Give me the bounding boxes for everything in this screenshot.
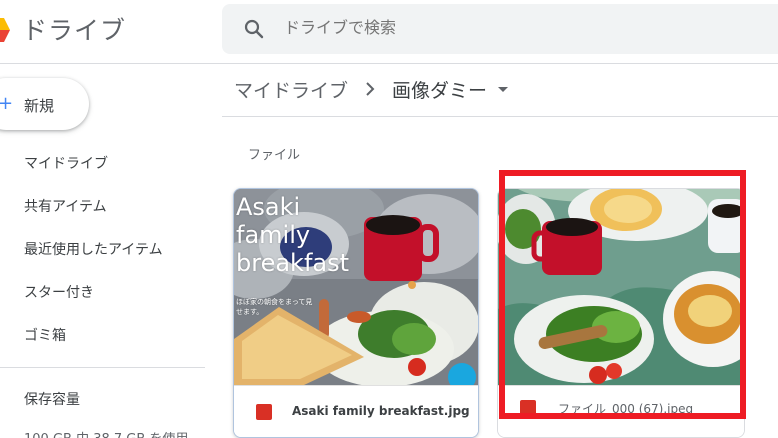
header-divider bbox=[0, 63, 778, 64]
sidebar-divider bbox=[0, 367, 205, 368]
search-bar[interactable] bbox=[222, 4, 778, 54]
file-thumbnail bbox=[498, 189, 744, 385]
chevron-right-icon bbox=[366, 82, 375, 96]
new-button[interactable]: + 新規 bbox=[0, 78, 89, 130]
breadcrumb-root[interactable]: マイドライブ bbox=[234, 76, 348, 103]
sidebar-item-label: スター付き bbox=[24, 285, 94, 301]
drive-logo-icon[interactable] bbox=[0, 14, 10, 44]
file-name: ファイル_000 (67).jpeg bbox=[558, 402, 694, 416]
new-button-label: 新規 bbox=[24, 97, 55, 115]
sidebar-item-my-drive[interactable]: マイドライブ bbox=[0, 147, 200, 179]
image-file-icon bbox=[256, 404, 272, 420]
sidebar-item-label: ゴミ箱 bbox=[24, 328, 66, 344]
breadcrumb-current-folder[interactable]: 画像ダミー bbox=[392, 76, 487, 103]
file-card-footer: Asaki family breakfast.jpg bbox=[234, 385, 478, 437]
storage-usage-text: 100 GB 中 38.7 GB を使用 bbox=[24, 428, 188, 438]
app-title: ドライブ bbox=[22, 16, 127, 45]
storage-label[interactable]: 保存容量 bbox=[24, 389, 80, 409]
sidebar-item-label: マイドライブ bbox=[24, 156, 108, 172]
thumbnail-text: family bbox=[236, 221, 311, 249]
chevron-down-icon[interactable] bbox=[498, 87, 508, 92]
main-divider bbox=[222, 116, 778, 117]
sidebar-item-label: 共有アイテム bbox=[24, 199, 107, 215]
thumbnail-text: breakfast bbox=[236, 249, 350, 277]
file-thumbnail: Asaki family breakfast ほぼ家の朝食をまって見せます。 bbox=[234, 189, 478, 385]
plus-icon: + bbox=[0, 93, 14, 114]
search-input[interactable] bbox=[284, 18, 484, 37]
sidebar-item-shared[interactable]: 共有アイテム bbox=[0, 190, 200, 222]
file-card-footer: ファイル_000 (67).jpeg bbox=[498, 385, 744, 437]
thumbnail-text: Asaki bbox=[236, 193, 301, 221]
sidebar-item-recent[interactable]: 最近使用したアイテム bbox=[0, 233, 200, 265]
search-icon[interactable] bbox=[242, 17, 266, 41]
thumbnail-caption: ほぼ家の朝食をまって見せます。 bbox=[236, 298, 313, 316]
file-name: Asaki family breakfast.jpg bbox=[292, 404, 470, 418]
breakfast-photo bbox=[498, 189, 744, 385]
sidebar-item-starred[interactable]: スター付き bbox=[0, 276, 200, 308]
image-file-icon bbox=[520, 400, 536, 416]
file-card[interactable]: Asaki family breakfast ほぼ家の朝食をまって見せます。 A… bbox=[233, 188, 479, 438]
file-card[interactable]: ファイル_000 (67).jpeg bbox=[497, 188, 745, 438]
sidebar-item-trash[interactable]: ゴミ箱 bbox=[0, 319, 200, 351]
files-section-label: ファイル bbox=[248, 148, 301, 163]
sidebar-item-label: 最近使用したアイテム bbox=[24, 242, 163, 258]
